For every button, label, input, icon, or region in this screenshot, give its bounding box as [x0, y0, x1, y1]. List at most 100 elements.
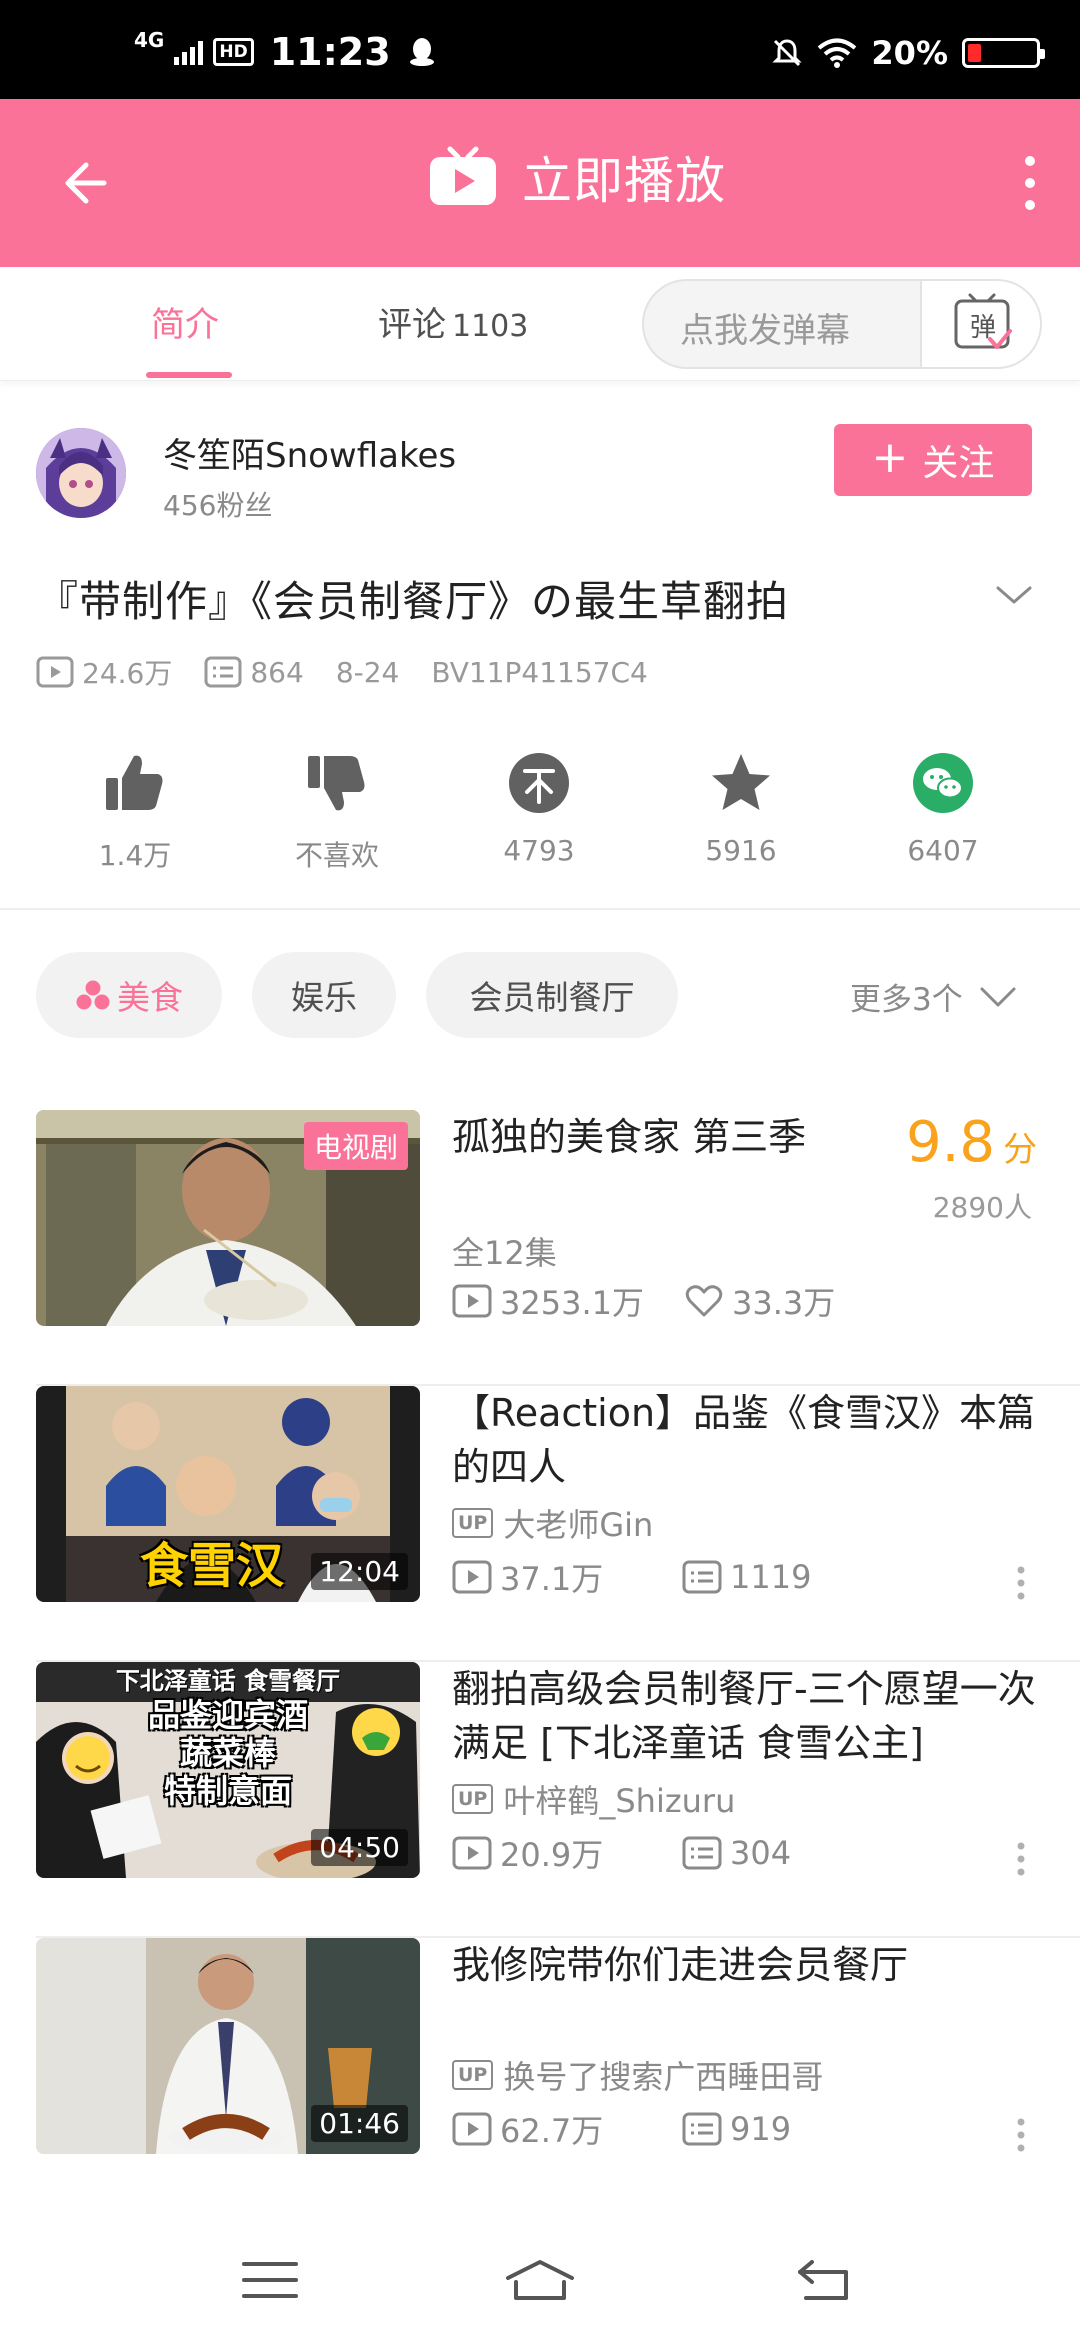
overflow-menu-icon[interactable]	[1016, 1842, 1026, 1876]
back-arrow-icon[interactable]	[52, 151, 116, 215]
thumbnail-caption-line: 下北泽童话 食雪餐厅	[115, 1667, 341, 1695]
rec-stats: 37.1万 1119	[452, 1554, 811, 1600]
rec-title: 我修院带你们走进会员餐厅	[452, 1943, 909, 1987]
play-count-icon	[452, 1836, 492, 1870]
danmaku-toggle-button[interactable]: 弹	[920, 281, 1040, 367]
comments-count: 1103	[452, 309, 529, 344]
tag-food[interactable]: 美食	[36, 952, 222, 1038]
thumbnail-caption-line: 特制意面	[163, 1772, 292, 1810]
favorite-count: 5916	[705, 834, 777, 867]
up-badge-icon: UP	[452, 2060, 494, 2090]
view-count: 24.6万	[82, 657, 173, 690]
uploader-avatar[interactable]	[36, 428, 126, 518]
section-divider	[0, 908, 1080, 910]
rec-uploader[interactable]: UP 大老师Gin	[452, 1500, 653, 1546]
signal-icon	[174, 39, 204, 65]
score-unit: 分	[1003, 1130, 1038, 1170]
rec-uploader[interactable]: UP 叶梓鹤_Shizuru	[452, 1776, 735, 1822]
play-count-icon	[452, 2112, 492, 2146]
video-thumbnail[interactable]: 下北泽童话 食雪餐厅 品鉴迎宾酒 蔬菜棒 特制意面 04:50	[36, 1662, 420, 1878]
chevron-down-icon[interactable]	[994, 580, 1034, 610]
list-item[interactable]: 电视剧 孤独的美食家 第三季 9.8 分 2890人 全12集 3253.1万 3…	[0, 1110, 1080, 1386]
play-count-icon	[36, 656, 74, 688]
thumbnail-caption-line: 品鉴迎宾酒	[147, 1696, 308, 1734]
rec-stats: 3253.1万 33.3万	[452, 1278, 835, 1324]
like-count: 1.4万	[98, 839, 172, 872]
more-options-icon[interactable]	[1020, 153, 1040, 213]
star-icon	[712, 754, 770, 810]
clock: 11:23	[269, 30, 391, 74]
rec-views: 20.9万	[500, 1836, 604, 1874]
series-badge: 电视剧	[303, 1122, 408, 1170]
battery-percent: 20%	[871, 34, 948, 72]
rec-uploader[interactable]: UP 换号了搜索广西睡田哥	[452, 2052, 823, 2098]
tab-comments[interactable]: 评论 1103	[378, 297, 528, 346]
danmaku-input[interactable]: 点我发弹幕 弹	[642, 279, 1042, 369]
overflow-menu-icon[interactable]	[1016, 1566, 1026, 1600]
like-button[interactable]: 1.4万	[60, 750, 210, 874]
network-type: 4G	[134, 28, 165, 52]
list-item[interactable]: 下北泽童话 食雪餐厅 品鉴迎宾酒 蔬菜棒 特制意面 04:50 翻拍高级会员制餐…	[0, 1662, 1080, 1938]
coin-count: 4793	[503, 834, 575, 867]
dislike-button[interactable]: 不喜欢	[262, 750, 412, 874]
top-bar: 立即播放	[0, 99, 1080, 267]
more-tags-button[interactable]: 更多3个	[850, 974, 1017, 1019]
video-thumbnail[interactable]: 食雪汉 12:04	[36, 1386, 420, 1602]
tab-indicator	[146, 372, 232, 378]
system-nav-bar	[0, 2210, 1080, 2340]
follow-button[interactable]: + 关注	[834, 424, 1032, 496]
coin-button[interactable]: 4793	[464, 750, 614, 867]
rec-likes: 33.3万	[731, 1284, 836, 1322]
home-icon[interactable]	[504, 2258, 576, 2302]
detail-tabs: 简介 评论 1103 点我发弹幕 弹	[0, 267, 1080, 381]
video-thumbnail[interactable]: 01:46	[36, 1938, 420, 2154]
list-item[interactable]: 食雪汉 12:04 【Reaction】品鉴《食雪汉》本篇的四人 UP 大老师G…	[0, 1386, 1080, 1662]
tag-entertainment[interactable]: 娱乐	[252, 952, 396, 1038]
battery-icon	[962, 38, 1045, 68]
danmaku-count: 864	[250, 655, 304, 689]
uploader-name[interactable]: 冬笙陌Snowflakes	[163, 428, 456, 477]
uploader-fans: 456粉丝	[163, 489, 273, 522]
follow-label: 关注	[922, 443, 995, 484]
video-title: 『带制作』《会员制餐厅》の最生草翻拍	[36, 577, 790, 626]
wifi-icon	[818, 38, 857, 68]
action-bar: 1.4万 不喜欢 4793 5916 6407	[0, 750, 1080, 880]
wechat-icon	[913, 753, 973, 813]
share-button[interactable]: 6407	[868, 750, 1018, 867]
thumbnail-caption-line: 蔬菜棒	[179, 1734, 276, 1772]
danmaku-placeholder: 点我发弹幕	[680, 311, 850, 351]
play-count-icon	[452, 1560, 492, 1594]
menu-icon[interactable]	[238, 2258, 302, 2302]
danmaku-count-icon	[682, 1836, 722, 1870]
rec-danmaku: 919	[730, 2110, 792, 2148]
play-count-icon	[452, 1284, 492, 1318]
heart-icon	[685, 1285, 723, 1317]
list-item[interactable]: 01:46 我修院带你们走进会员餐厅 UP 换号了搜索广西睡田哥 62.7万 9…	[0, 1938, 1080, 2214]
rec-title: 翻拍高级会员制餐厅-三个愿望一次满足 [下北泽童话 食雪公主]	[452, 1667, 1036, 1765]
back-icon[interactable]	[792, 2258, 856, 2302]
coin-icon	[509, 753, 569, 813]
tv-icon	[430, 146, 496, 205]
video-thumbnail[interactable]: 电视剧	[36, 1110, 420, 1326]
play-now-label: 立即播放	[522, 152, 726, 210]
episode-count: 全12集	[452, 1234, 557, 1272]
rec-stats: 62.7万 919	[452, 2106, 791, 2152]
thumbs-down-icon	[308, 756, 365, 811]
dislike-label: 不喜欢	[294, 839, 379, 872]
video-meta: 24.6万 864 8-24 BV11P41157C4	[36, 652, 680, 692]
favorite-button[interactable]: 5916	[666, 750, 816, 867]
score-value: 9.8	[906, 1110, 996, 1175]
mute-notification-icon	[772, 39, 803, 67]
plus-icon: +	[871, 432, 909, 483]
danmaku-count-icon	[204, 656, 242, 688]
tag-members-restaurant[interactable]: 会员制餐厅	[426, 952, 678, 1038]
overflow-menu-icon[interactable]	[1016, 2118, 1026, 2152]
rec-danmaku: 1119	[730, 1558, 812, 1596]
play-now-button[interactable]: 立即播放	[428, 141, 726, 213]
rec-uploader-name: 叶梓鹤_Shizuru	[503, 1782, 736, 1820]
tab-intro[interactable]: 简介	[151, 297, 219, 346]
danmaku-count-icon	[682, 2112, 722, 2146]
rating-score: 9.8 分	[906, 1110, 1037, 1175]
video-duration: 04:50	[311, 1829, 408, 1866]
bv-id: BV11P41157C4	[431, 655, 648, 689]
